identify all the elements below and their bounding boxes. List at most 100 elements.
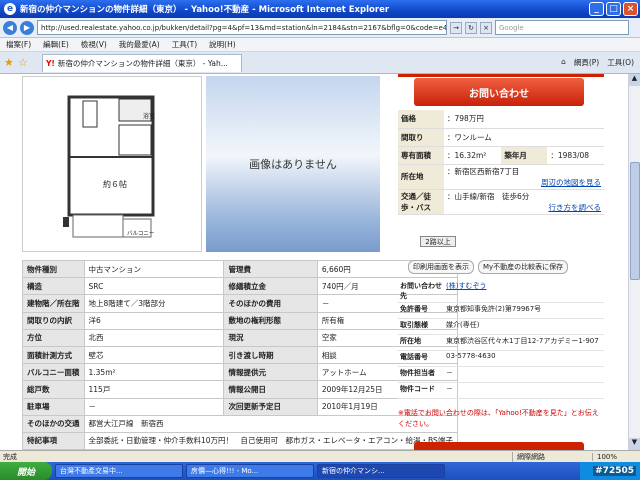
spec-label: 情報提供元	[223, 363, 318, 382]
agent-value: 03-5778-4630	[444, 350, 604, 367]
inquiry-button[interactable]: お問い合わせ	[414, 78, 584, 106]
spec-value: 北西	[83, 328, 225, 347]
spec-row: 建物階／所在階 地上8階建て／3階部分 そのほかの費用－	[22, 294, 458, 313]
back-icon[interactable]: ◀	[3, 20, 17, 35]
vertical-scrollbar[interactable]: ▲ ▼	[628, 74, 640, 450]
spec-row: バルコニー面積 1.35m² 情報提供元 アットホーム	[22, 363, 458, 382]
title-bar: e 新宿の仲介マンションの物件詳細（東京） - Yahoo!不動産 - Micr…	[0, 0, 640, 18]
spec-label: 面積計測方式	[22, 345, 85, 365]
spec-value: 洋6	[83, 311, 225, 330]
refresh-icon[interactable]: ↻	[465, 21, 477, 34]
favorites-star-icon[interactable]: ★	[4, 56, 18, 69]
spec-label: 総戸数	[22, 380, 85, 399]
page-menu[interactable]: 網頁(P)	[574, 57, 599, 68]
go-icon[interactable]: →	[450, 21, 462, 34]
zone-label: 網際網路	[512, 451, 592, 462]
task-button-2[interactable]: 房價—心得!!! - Mo...	[186, 464, 314, 478]
zoom-level[interactable]: 100%	[592, 452, 640, 461]
agent-value: －	[444, 366, 604, 383]
menu-help[interactable]: 說明(H)	[209, 39, 236, 50]
price-label: 価格	[398, 110, 444, 129]
map-link[interactable]: 周辺の地図を見る	[541, 178, 601, 187]
forward-icon[interactable]: ▶	[20, 20, 34, 35]
action-buttons: 印刷用画面を表示 My不動産の比較表に保存	[408, 260, 569, 274]
search-input[interactable]: Google	[495, 20, 629, 35]
tab-listing[interactable]: Y! 新宿の仲介マンションの物件詳細（東京） - Yah...	[42, 53, 242, 72]
agent-value[interactable]: (株)すむぞう	[444, 280, 604, 303]
spec-value: 中古マンション	[83, 259, 225, 279]
maximize-button[interactable]: □	[606, 2, 621, 16]
floorplan-bath-label: 浴室	[143, 113, 156, 120]
compare-button[interactable]: My不動産の比較表に保存	[478, 260, 569, 274]
menu-favorites[interactable]: 我的最愛(A)	[119, 39, 160, 50]
address-toolbar: ◀ ▶ http://used.realestate.yahoo.co.jp/b…	[0, 18, 640, 38]
minimize-button[interactable]: _	[589, 2, 604, 16]
route-link[interactable]: 行き方を調べる	[549, 203, 602, 212]
built-label: 築年月	[501, 146, 548, 165]
task-button-1[interactable]: 台灣不動產交易中...	[55, 464, 183, 478]
spec-label: 特記事項	[22, 431, 85, 450]
tools-menu[interactable]: 工具(O)	[607, 57, 634, 68]
scroll-down-icon[interactable]: ▼	[629, 438, 640, 450]
spec-value: 115戸	[83, 380, 225, 399]
spec-row: 構造 SRC 修繕積立金 740円／月	[22, 277, 458, 296]
home-icon[interactable]: ⌂	[561, 57, 566, 68]
agent-label: お問い合わせ先	[398, 280, 444, 303]
add-favorite-icon[interactable]: ☆	[18, 56, 32, 69]
address-value: ：新宿区西新宿7丁目	[447, 166, 520, 176]
window-title: 新宿の仲介マンションの物件詳細（東京） - Yahoo!不動産 - Micros…	[20, 5, 390, 15]
spec-value: －	[83, 397, 225, 416]
spec-value: 全部委託・日勤管理・仲介手数料10万円！ 自己使用可 都市ガス・エレベータ・エア…	[83, 431, 458, 450]
more-routes-button[interactable]: 2路以上	[420, 236, 456, 247]
spec-row: 間取りの内訳 洋6 敷地の権利形態 所有権	[22, 311, 458, 330]
menu-tools[interactable]: 工具(T)	[172, 39, 197, 50]
page-content: 浴室 約６帖 バルコニー 画像はありません 物件種別 中古マンション 管理費 6,66…	[0, 74, 628, 450]
scroll-thumb[interactable]	[630, 162, 640, 280]
transit-value: ：山手線/新宿 徒歩6分	[447, 191, 530, 201]
layout-label: 間取り	[398, 128, 444, 147]
spec-label: 建物階／所在階	[22, 294, 85, 313]
spec-label: そのほかの交通	[22, 414, 85, 433]
spec-label: 次回更新予定日	[223, 397, 318, 416]
menu-edit[interactable]: 編輯(E)	[43, 39, 69, 50]
spec-value: 1.35m²	[83, 363, 225, 382]
tab-label: 新宿の仲介マンションの物件詳細（東京） - Yah...	[57, 58, 228, 68]
close-button[interactable]: ×	[623, 2, 638, 16]
menu-file[interactable]: 檔案(F)	[6, 39, 31, 50]
task-button-3[interactable]: 新宿の仲介マンシ...	[317, 464, 445, 478]
taskbar: 開始 台灣不動產交易中... 房價—心得!!! - Mo... 新宿の仲介マンシ…	[0, 462, 640, 480]
agent-row: お問い合わせ先 (株)すむぞう	[398, 280, 604, 303]
agent-value: －	[444, 382, 604, 399]
spec-label: 修繕積立金	[223, 277, 318, 296]
spec-row: 面積計測方式 壁芯 引き渡し時期 相談	[22, 345, 458, 365]
floorplan-image: 浴室 約６帖 バルコニー	[22, 76, 202, 252]
scroll-up-icon[interactable]: ▲	[629, 74, 640, 86]
agent-value: 東京都渋谷区代々木1丁目12-7アカデミー1-907	[444, 334, 604, 351]
agent-row: 免許番号 東京都知事免許(2)第79967号	[398, 302, 604, 319]
menu-bar: 檔案(F) 編輯(E) 檢視(V) 我的最愛(A) 工具(T) 說明(H)	[0, 38, 640, 52]
area-label: 専有面積	[398, 146, 444, 165]
print-button[interactable]: 印刷用画面を表示	[408, 260, 474, 274]
menu-view[interactable]: 檢視(V)	[81, 39, 107, 50]
spec-label: そのほかの費用	[223, 294, 318, 313]
spec-label: 引き渡し時期	[223, 345, 318, 365]
stop-icon[interactable]: ×	[480, 21, 492, 34]
cta-bottom-bar[interactable]	[414, 442, 584, 450]
spec-row: そのほかの交通 都営大江戸線 新宿西	[22, 414, 458, 433]
address-input[interactable]: http://used.realestate.yahoo.co.jp/bukke…	[37, 20, 447, 35]
agent-label: 物件コード	[398, 382, 444, 399]
area-value: ：16.32m²	[444, 146, 502, 165]
spec-label: 現況	[223, 328, 318, 347]
spec-row: 駐車場－次回更新予定日 2010年1月19日	[22, 397, 458, 416]
start-button[interactable]: 開始	[0, 462, 52, 480]
yahoo-favicon-icon: Y!	[46, 58, 55, 68]
spec-label: 間取りの内訳	[22, 311, 85, 330]
floorplan-balcony-label: バルコニー	[127, 231, 155, 237]
spec-table: 物件種別 中古マンション 管理費 6,660円 構造 SRC 修繕積立金 740円／月 建物階／…	[22, 259, 458, 450]
spec-row: 物件種別 中古マンション 管理費 6,660円	[22, 259, 458, 279]
spec-label: 駐車場	[22, 397, 85, 416]
transit-label: 交通／徒歩・バス	[398, 189, 444, 215]
spec-value: SRC	[83, 277, 225, 296]
floorplan-room-label: 約６帖	[103, 180, 127, 189]
status-text: 完成	[3, 452, 17, 461]
